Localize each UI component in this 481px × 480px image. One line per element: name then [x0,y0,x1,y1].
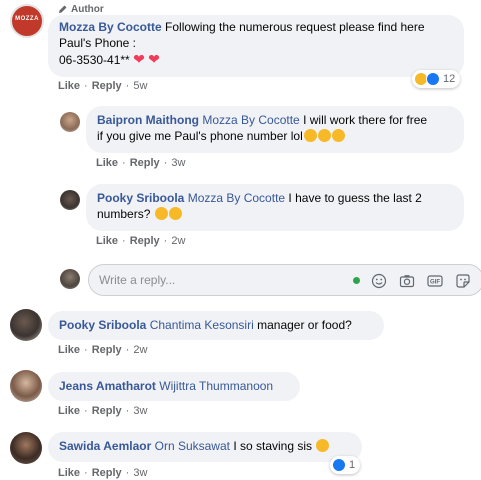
online-status-dot [353,277,360,284]
comment-actions: Like · Reply · 5w [58,80,147,92]
timestamp[interactable]: 3w [133,467,147,479]
author-badge: Author [58,4,104,15]
avatar-jeans[interactable] [10,370,42,402]
avatar-logo-text: MOZZA [15,16,39,22]
timestamp[interactable]: 5w [133,80,147,92]
separator: · [125,80,130,92]
comment-bubble: Pooky Sriboola Chantima Kesonsiri manage… [48,311,384,340]
separator: · [84,467,88,479]
reply-input[interactable] [99,273,339,287]
comment-text: I so staving sis [233,439,313,453]
comment-author[interactable]: Sawida Aemlaor [59,439,151,453]
comment-bubble: Pooky Sriboola Mozza By Cocotte I have t… [86,184,464,231]
mention-tag[interactable]: Wijittra Thummanoon [159,379,273,393]
rofl-emoji-icon [331,129,345,142]
mention-tag[interactable]: Mozza By Cocotte [202,113,299,127]
like-reaction-icon [332,458,346,472]
comment-actions: Like · Reply · 2w [58,344,147,356]
separator: · [163,157,168,169]
timestamp[interactable]: 3w [133,405,147,417]
timestamp[interactable]: 2w [133,344,147,356]
comment-text: I will work there for free [303,113,428,127]
comment-text: 06-3530-41** [59,53,130,67]
separator: · [84,344,88,356]
comment-text: I have to guess the last 2 [288,191,422,205]
emoji-icon[interactable] [371,273,387,289]
halo-emoji-icon [154,207,168,220]
heart-icon: ❤ [133,51,145,67]
comment-actions: Like · Reply · 3w [96,157,185,169]
comment-bubble: Baipron Maithong Mozza By Cocotte I will… [86,106,464,153]
reply-button[interactable]: Reply [130,235,160,247]
comment-text: numbers? [97,207,151,221]
rofl-emoji-icon [303,129,317,142]
hungry-emoji-icon [316,439,330,452]
comment-author[interactable]: Pooky Sriboola [97,191,184,205]
separator: · [122,235,126,247]
timestamp[interactable]: 2w [171,235,185,247]
comment-actions: Like · Reply · 2w [96,235,185,247]
separator: · [84,80,88,92]
reply-composer[interactable]: GIF [88,264,481,296]
pencil-icon [59,5,67,13]
comment-bubble: Jeans Amatharot Wijittra Thummanoon [48,372,300,401]
mention-tag[interactable]: Mozza By Cocotte [188,191,285,205]
avatar-pooky[interactable] [10,309,42,341]
reply-button[interactable]: Reply [130,157,160,169]
reaction-count: 1 [349,459,356,471]
comment-text: Paul's Phone : [59,36,137,50]
comment-actions: Like · Reply · 3w [58,467,147,479]
heart-icon: ❤ [148,51,160,67]
like-button[interactable]: Like [96,235,118,247]
comment-text: if you give me Paul's phone number lol [97,129,303,143]
comment-author[interactable]: Mozza By Cocotte [59,20,162,34]
comment-author[interactable]: Jeans Amatharot [59,379,156,393]
separator: · [84,405,88,417]
reaction-summary[interactable]: 12 [412,70,461,88]
avatar-pooky[interactable] [60,190,80,210]
reply-button[interactable]: Reply [92,80,122,92]
gif-icon[interactable]: GIF [427,273,443,289]
like-button[interactable]: Like [96,157,118,169]
separator: · [125,467,130,479]
separator: · [163,235,168,247]
reply-button[interactable]: Reply [92,467,122,479]
like-button[interactable]: Like [58,80,80,92]
camera-icon[interactable] [399,273,415,289]
comment-bubble: Mozza By Cocotte Following the numerous … [48,15,464,77]
comment-author[interactable]: Baipron Maithong [97,113,199,127]
reply-button[interactable]: Reply [92,344,122,356]
avatar-baipron[interactable] [60,112,80,132]
svg-text:GIF: GIF [430,280,440,286]
like-button[interactable]: Like [58,344,80,356]
like-reaction-icon [426,72,440,86]
mention-tag[interactable]: Chantima Kesonsiri [150,318,254,332]
reply-button[interactable]: Reply [92,405,122,417]
mention-tag[interactable]: Orn Suksawat [155,439,230,453]
comment-text: Following the numerous request please fi… [165,20,425,34]
avatar-mozza[interactable]: MOZZA [10,4,44,38]
reaction-count: 12 [443,73,456,85]
comment-actions: Like · Reply · 3w [58,405,147,417]
comment-text: manager or food? [257,318,352,332]
separator: · [122,157,126,169]
avatar-current-user [60,269,80,289]
reaction-summary[interactable]: 1 [330,456,361,474]
sticker-icon[interactable] [455,273,471,289]
rofl-emoji-icon [317,129,331,142]
comment-bubble: Sawida Aemlaor Orn Suksawat I so staving… [48,432,362,462]
timestamp[interactable]: 3w [171,157,185,169]
comment-author[interactable]: Pooky Sriboola [59,318,146,332]
halo-emoji-icon [168,207,182,220]
like-button[interactable]: Like [58,467,80,479]
author-badge-label: Author [71,4,104,15]
like-button[interactable]: Like [58,405,80,417]
separator: · [125,344,130,356]
separator: · [125,405,130,417]
avatar-sawida[interactable] [10,432,42,464]
